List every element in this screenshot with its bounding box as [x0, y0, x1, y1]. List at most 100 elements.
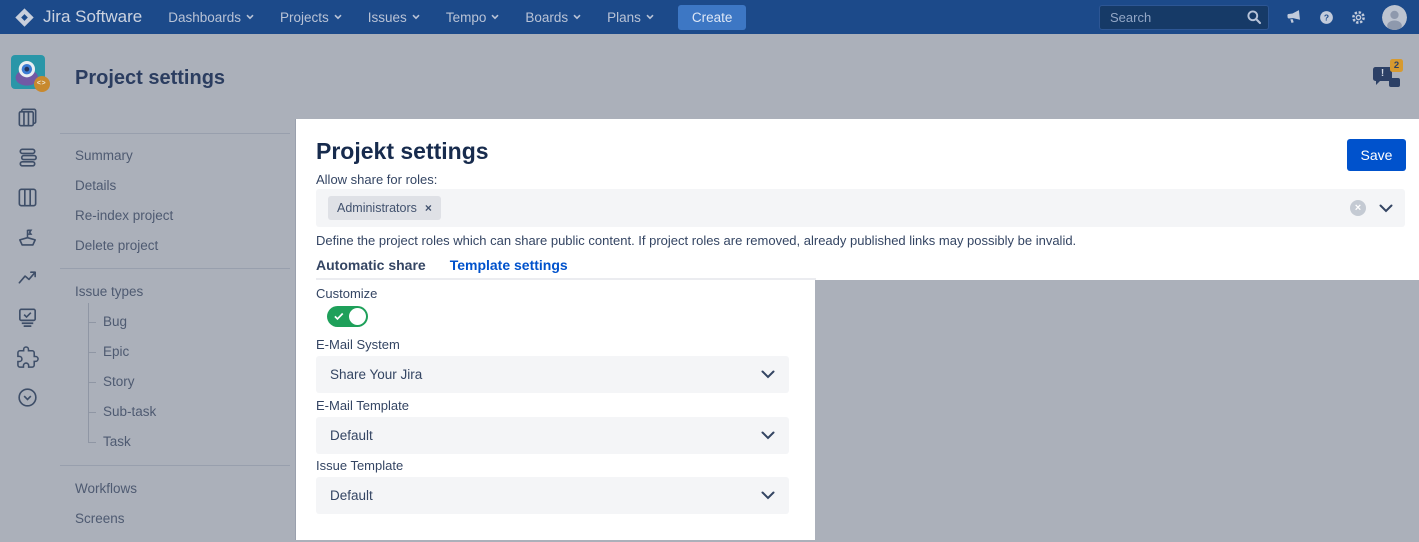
sidebar-item-workflows[interactable]: Workflows: [55, 474, 295, 504]
sidebar-divider: [60, 465, 290, 466]
chevron-down-icon: [646, 14, 654, 20]
monitor-check-icon[interactable]: [16, 306, 39, 329]
top-nav: Jira Software Dashboards Projects Issues…: [0, 0, 1419, 34]
backlog-icon[interactable]: [16, 106, 39, 129]
search-box: [1099, 5, 1269, 30]
nav-menus: Dashboards Projects Issues Tempo Boards …: [168, 10, 654, 25]
role-tag-administrators: Administrators ×: [328, 196, 441, 220]
roles-multiselect[interactable]: Administrators × ×: [316, 189, 1405, 227]
dialog-title: Projekt settings: [316, 138, 489, 165]
template-settings-panel: Customize E-Mail System Share Your Jira …: [295, 280, 815, 540]
brand-label: Jira Software: [43, 7, 142, 27]
issue-template-label: Issue Template: [316, 458, 403, 473]
nav-menu-label: Tempo: [446, 10, 487, 25]
project-icon-strip: <>: [0, 34, 55, 540]
search-icon: [1246, 9, 1262, 25]
email-template-value: Default: [330, 428, 373, 443]
search-input[interactable]: [1099, 5, 1269, 30]
megaphone-icon[interactable]: [1284, 7, 1304, 27]
roles-field-label: Allow share for roles:: [316, 172, 437, 187]
tab-template-settings[interactable]: Template settings: [450, 257, 568, 282]
software-project-badge: <>: [34, 76, 50, 92]
check-icon: [334, 312, 344, 321]
user-avatar-image: [1382, 5, 1407, 30]
customize-label: Customize: [316, 286, 377, 301]
create-button[interactable]: Create: [678, 5, 747, 30]
project-settings-sidebar: Summary Details Re-index project Delete …: [55, 133, 295, 542]
sidebar-section-issue-types: Issue types Bug Epic Story Sub-task Task: [55, 277, 295, 457]
issue-template-select[interactable]: Default: [316, 477, 789, 514]
chevron-down-icon: [761, 491, 775, 500]
chevron-down-icon: [761, 431, 775, 440]
email-template-label: E-Mail Template: [316, 398, 409, 413]
nav-menu-tempo[interactable]: Tempo: [446, 10, 500, 25]
chevron-down-icon: [334, 14, 342, 20]
project-avatar[interactable]: <>: [11, 55, 45, 89]
clear-all-icon[interactable]: ×: [1350, 200, 1366, 216]
issue-type-children: Bug Epic Story Sub-task Task: [55, 307, 295, 457]
sidebar-item-epic[interactable]: Epic: [55, 337, 295, 367]
sidebar-item-screens[interactable]: Screens: [55, 504, 295, 534]
sidebar-item-reindex-project[interactable]: Re-index project: [55, 201, 295, 231]
chevron-down-icon: [246, 14, 254, 20]
email-system-value: Share Your Jira: [330, 367, 422, 382]
nav-icon-row: ?: [1285, 5, 1407, 30]
nav-menu-boards[interactable]: Boards: [525, 10, 581, 25]
board-columns-icon[interactable]: [16, 186, 39, 209]
nav-menu-projects[interactable]: Projects: [280, 10, 342, 25]
issue-template-value: Default: [330, 488, 373, 503]
nav-menu-label: Projects: [280, 10, 329, 25]
puzzle-icon[interactable]: [16, 346, 39, 369]
nav-menu-label: Dashboards: [168, 10, 241, 25]
sidebar-divider: [60, 268, 290, 269]
nav-menu-issues[interactable]: Issues: [368, 10, 420, 25]
nav-menu-label: Issues: [368, 10, 407, 25]
sidebar-item-issue-types[interactable]: Issue types: [55, 277, 295, 307]
role-tag-label: Administrators: [337, 201, 417, 215]
page-background: Project settings ! 2 <>: [0, 34, 1419, 540]
chevron-down-icon: [412, 14, 420, 20]
chart-icon[interactable]: [16, 266, 39, 289]
toggle-knob: [349, 308, 366, 325]
sidebar-divider: [60, 133, 290, 134]
help-glyph: ?: [1324, 12, 1329, 22]
sidebar-item-bug[interactable]: Bug: [55, 307, 295, 337]
sidebar-section-general: Summary Details Re-index project Delete …: [55, 141, 295, 261]
customize-toggle[interactable]: [327, 306, 368, 327]
sidebar-item-summary[interactable]: Summary: [55, 141, 295, 171]
nav-menu-label: Boards: [525, 10, 568, 25]
stack-icon[interactable]: [16, 146, 39, 169]
chevron-down-icon[interactable]: [1379, 204, 1393, 213]
sidebar-item-task[interactable]: Task: [55, 427, 295, 457]
ship-icon[interactable]: [16, 226, 39, 249]
email-system-select[interactable]: Share Your Jira: [316, 356, 789, 393]
help-icon[interactable]: ?: [1318, 9, 1335, 26]
jira-logo[interactable]: Jira Software: [14, 7, 142, 28]
chevron-down-icon: [761, 370, 775, 379]
chevron-down-icon: [573, 14, 581, 20]
save-button[interactable]: Save: [1347, 139, 1406, 171]
nav-menu-dashboards[interactable]: Dashboards: [168, 10, 254, 25]
roles-description: Define the project roles which can share…: [316, 233, 1076, 248]
jira-diamond-icon: [14, 7, 35, 28]
tab-automatic-share[interactable]: Automatic share: [316, 257, 426, 280]
feedback-bubble-icon[interactable]: ! 2: [1371, 59, 1403, 88]
sidebar-section-config: Workflows Screens: [55, 474, 295, 534]
email-system-label: E-Mail System: [316, 337, 400, 352]
nav-menu-label: Plans: [607, 10, 641, 25]
remove-role-icon[interactable]: ×: [425, 201, 432, 215]
sidebar-item-story[interactable]: Story: [55, 367, 295, 397]
sidebar-item-details[interactable]: Details: [55, 171, 295, 201]
gear-icon[interactable]: [1350, 9, 1367, 26]
email-template-select[interactable]: Default: [316, 417, 789, 454]
sidebar-item-delete-project[interactable]: Delete project: [55, 231, 295, 261]
sidebar-item-subtask[interactable]: Sub-task: [55, 397, 295, 427]
page-title: Project settings: [75, 67, 225, 90]
user-avatar-icon[interactable]: [1382, 5, 1407, 30]
share-settings-dialog: Projekt settings Save Allow share for ro…: [295, 119, 1419, 280]
nav-menu-plans[interactable]: Plans: [607, 10, 654, 25]
dialog-tabs: Automatic share Template settings: [316, 257, 568, 280]
notification-count-badge: 2: [1390, 59, 1403, 72]
circle-chevron-icon[interactable]: [16, 386, 39, 409]
chevron-down-icon: [491, 14, 499, 20]
